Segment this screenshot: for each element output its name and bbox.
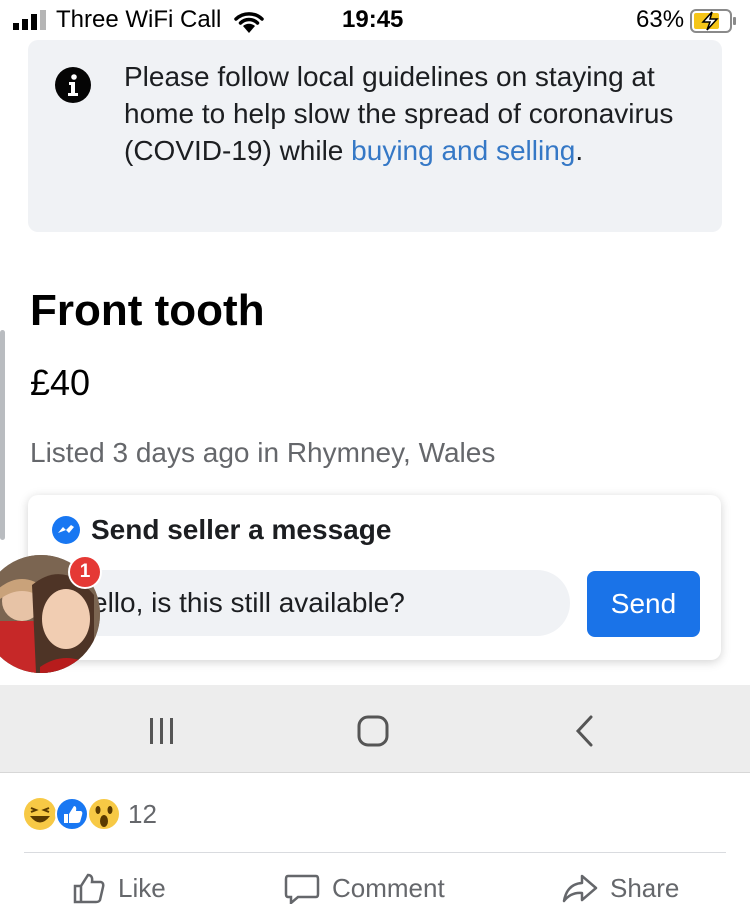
back-icon[interactable]: [573, 714, 595, 748]
listing-title: Front tooth: [30, 286, 265, 335]
wifi-icon: [234, 12, 264, 33]
notice-suffix: .: [575, 135, 584, 166]
share-icon: [562, 874, 598, 903]
recent-apps-icon[interactable]: [148, 716, 176, 746]
signal-icon: [13, 10, 46, 30]
comment-label: Comment: [332, 872, 445, 903]
haha-icon: [24, 798, 56, 830]
chat-head-badge: 1: [68, 555, 102, 589]
wow-icon: [87, 797, 121, 831]
info-icon: [55, 67, 91, 103]
carrier-name: Three WiFi Call: [56, 6, 222, 33]
like-button[interactable]: Like: [72, 872, 166, 904]
share-label: Share: [610, 872, 680, 903]
messenger-icon: [52, 516, 80, 544]
listing-price: £40: [30, 362, 91, 403]
reactions-icon[interactable]: [24, 796, 124, 832]
divider: [24, 852, 726, 853]
battery-percent: 63%: [636, 6, 685, 33]
message-input-value[interactable]: ello, is this still available?: [92, 587, 405, 619]
battery-charging-icon: [690, 9, 736, 33]
share-button[interactable]: Share: [562, 872, 679, 904]
notice-text: Please follow local guidelines on stayin…: [124, 58, 700, 169]
comment-icon: [284, 874, 320, 904]
comment-button[interactable]: Comment: [284, 872, 445, 904]
scrollbar[interactable]: [0, 330, 5, 540]
like-label: Like: [118, 872, 166, 903]
like-reaction-icon: [55, 797, 89, 831]
home-icon[interactable]: [357, 715, 389, 747]
listing-meta: Listed 3 days ago in Rhymney, Wales: [30, 437, 496, 468]
send-button[interactable]: Send: [587, 571, 700, 637]
clock: 19:45: [342, 6, 404, 33]
status-bar: Three WiFi Call 19:45 63%: [0, 0, 750, 40]
reaction-count: 12: [128, 799, 157, 829]
thumbs-up-icon: [73, 873, 105, 904]
message-heading: Send seller a message: [91, 514, 392, 545]
buying-selling-link[interactable]: buying and selling: [351, 135, 575, 166]
